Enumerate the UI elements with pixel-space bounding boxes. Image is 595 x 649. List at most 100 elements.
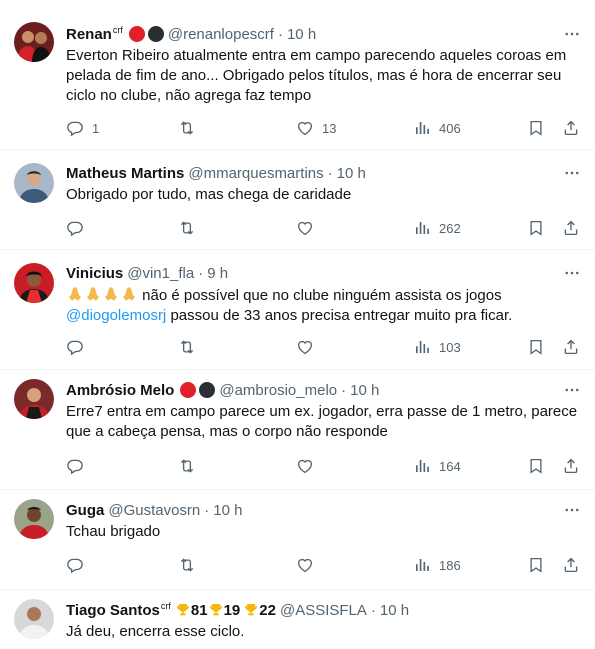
bookmark-icon — [527, 219, 545, 237]
author-name[interactable]: Ambrósio Melo — [66, 382, 174, 399]
like-button[interactable] — [296, 337, 314, 357]
like-button[interactable] — [296, 555, 314, 575]
separator: · — [370, 601, 376, 619]
avatar[interactable] — [14, 163, 54, 203]
more-icon[interactable] — [563, 501, 581, 519]
retweet-button[interactable] — [178, 456, 196, 476]
author-handle[interactable]: @mmarquesmartins — [188, 165, 323, 182]
view-count: 103 — [439, 339, 461, 355]
more-icon[interactable] — [563, 25, 581, 43]
views-button[interactable]: 406 — [413, 118, 461, 138]
separator: · — [277, 25, 283, 43]
bookmark-button[interactable] — [527, 456, 545, 476]
author-name[interactable]: Renancrf — [66, 25, 123, 43]
trophy-count: 22 — [259, 601, 276, 619]
bookmark-icon — [527, 338, 545, 356]
share-button[interactable] — [562, 118, 580, 138]
author-name[interactable]: Matheus Martins — [66, 165, 184, 182]
reply-icon — [66, 119, 84, 137]
tweet[interactable]: Matheus Martins @mmarquesmartins · 10 h … — [0, 150, 595, 250]
retweet-button[interactable] — [178, 337, 196, 357]
timestamp[interactable]: 10 h — [337, 165, 366, 182]
views-button[interactable]: 186 — [413, 555, 461, 575]
reply-button[interactable] — [66, 555, 84, 575]
views-button[interactable]: 103 — [413, 337, 461, 357]
author-name[interactable]: Guga — [66, 502, 104, 519]
avatar[interactable] — [14, 599, 54, 639]
tweet-text: Erre7 entra em campo parece um ex. jogad… — [66, 403, 578, 440]
author-handle[interactable]: @vin1_fla — [127, 265, 194, 282]
bookmark-button[interactable] — [527, 218, 545, 238]
like-button[interactable]: 13 — [296, 118, 336, 138]
retweet-icon — [178, 556, 196, 574]
author-handle[interactable]: @renanlopescrf — [168, 26, 274, 43]
action-bar: 164 — [66, 456, 586, 476]
tweet-header: Tiago Santoscrf 81 19 22 @ASSISFLA · 10 … — [66, 600, 409, 620]
tweet-header: Vinicius @vin1_fla · 9 h — [66, 263, 228, 283]
action-bar: 262 — [66, 218, 586, 238]
tweet[interactable]: Vinicius @vin1_fla · 9 h não é possível … — [0, 250, 595, 370]
share-icon — [562, 338, 580, 356]
share-icon — [562, 119, 580, 137]
views-icon — [413, 219, 431, 237]
more-icon[interactable] — [563, 381, 581, 399]
timestamp[interactable]: 10 h — [213, 502, 242, 519]
mention-link[interactable]: @diogolemosrj — [66, 307, 166, 324]
share-button[interactable] — [562, 337, 580, 357]
more-icon[interactable] — [563, 164, 581, 182]
separator: · — [341, 381, 347, 399]
more-icon[interactable] — [563, 264, 581, 282]
tweet-text-line2: passou de 33 anos precisa entregar muito… — [166, 307, 513, 324]
timestamp[interactable]: 10 h — [287, 26, 316, 43]
reply-button[interactable] — [66, 337, 84, 357]
tweet[interactable]: Renancrf @renanlopescrf · 10 h Everton R… — [0, 0, 595, 150]
like-button[interactable] — [296, 456, 314, 476]
author-handle[interactable]: @ambrosio_melo — [219, 382, 337, 399]
separator: · — [204, 501, 210, 519]
like-icon — [296, 338, 314, 356]
bookmark-icon — [527, 556, 545, 574]
black-circle-icon — [199, 382, 216, 398]
views-button[interactable]: 164 — [413, 456, 461, 476]
timestamp[interactable]: 10 h — [350, 382, 379, 399]
avatar[interactable] — [14, 379, 54, 419]
tweet[interactable]: Guga @Gustavosrn · 10 h Tchau brigado 18… — [0, 490, 595, 590]
timestamp[interactable]: 9 h — [207, 265, 228, 282]
author-name[interactable]: Tiago Santoscrf — [66, 601, 171, 619]
share-button[interactable] — [562, 218, 580, 238]
share-button[interactable] — [562, 555, 580, 575]
share-button[interactable] — [562, 456, 580, 476]
view-count: 186 — [439, 557, 461, 573]
black-circle-icon — [147, 26, 164, 42]
bookmark-icon — [527, 119, 545, 137]
reply-button[interactable]: 1 — [66, 118, 99, 138]
avatar[interactable] — [14, 499, 54, 539]
avatar[interactable] — [14, 22, 54, 62]
views-button[interactable]: 262 — [413, 218, 461, 238]
author-handle[interactable]: @ASSISFLA — [280, 602, 367, 619]
view-count: 262 — [439, 220, 461, 236]
author-handle[interactable]: @Gustavosrn — [108, 502, 200, 519]
reply-button[interactable] — [66, 456, 84, 476]
retweet-button[interactable] — [178, 555, 196, 575]
author-name[interactable]: Vinicius — [66, 265, 123, 282]
bookmark-button[interactable] — [527, 555, 545, 575]
tweet[interactable]: Ambrósio Melo @ambrosio_melo · 10 h Erre… — [0, 370, 595, 490]
reply-button[interactable] — [66, 218, 84, 238]
tweet[interactable]: Tiago Santoscrf 81 19 22 @ASSISFLA · 10 … — [0, 590, 595, 649]
view-count: 406 — [439, 120, 461, 136]
tweet-text: Everton Ribeiro atualmente entra em camp… — [66, 47, 567, 104]
like-icon — [296, 219, 314, 237]
like-button[interactable] — [296, 218, 314, 238]
bookmark-button[interactable] — [527, 118, 545, 138]
views-icon — [413, 457, 431, 475]
action-bar: 186 — [66, 555, 586, 575]
retweet-button[interactable] — [178, 118, 196, 138]
retweet-button[interactable] — [178, 218, 196, 238]
tweet-header: Ambrósio Melo @ambrosio_melo · 10 h — [66, 380, 379, 400]
tweet-text: não é possível que no clube ninguém assi… — [66, 285, 581, 326]
avatar[interactable] — [14, 263, 54, 303]
bookmark-button[interactable] — [527, 337, 545, 357]
like-icon — [296, 119, 314, 137]
timestamp[interactable]: 10 h — [380, 602, 409, 619]
